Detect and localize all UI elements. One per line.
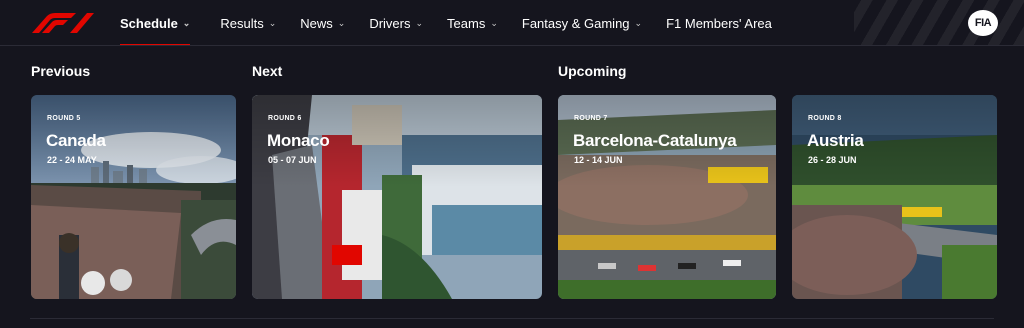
f1-logo[interactable] <box>30 12 96 34</box>
round-label: ROUND 6 <box>268 115 302 122</box>
card-overlay <box>558 95 776 299</box>
round-label: ROUND 8 <box>808 115 842 122</box>
race-dates: 22 - 24 MAY <box>47 155 97 165</box>
nav-item-teams[interactable]: Teams ⌄ <box>435 0 510 45</box>
nav-item-label: Fantasy & Gaming <box>521 15 630 31</box>
card-overlay <box>31 95 236 299</box>
nav-item-members-area[interactable]: F1 Members' Area <box>654 0 784 45</box>
section-title-previous: Previous <box>31 63 91 79</box>
race-dates: 26 - 28 JUN <box>808 155 857 165</box>
nav-item-drivers[interactable]: Drivers ⌄ <box>357 0 435 45</box>
chevron-down-icon: ⌄ <box>415 17 424 28</box>
card-overlay <box>792 95 997 299</box>
race-card-canada[interactable]: ROUND 5 Canada 22 - 24 MAY <box>31 95 236 299</box>
race-name: Austria <box>807 131 864 150</box>
chevron-down-icon: ⌄ <box>337 17 346 28</box>
race-dates: 05 - 07 JUN <box>268 155 317 165</box>
main-nav: Schedule ⌄ Results ⌄ News ⌄ Drivers ⌄ Te… <box>108 0 784 45</box>
card-overlay <box>252 95 542 299</box>
nav-item-label: Schedule <box>120 15 178 31</box>
nav-item-label: Teams <box>447 15 486 31</box>
nav-item-label: Results <box>220 15 264 31</box>
round-label: ROUND 5 <box>47 115 81 122</box>
race-name: Canada <box>46 131 106 150</box>
section-title-upcoming: Upcoming <box>558 63 627 79</box>
race-card-barcelona-catalunya[interactable]: ROUND 7 Barcelona-Catalunya 12 - 14 JUN <box>558 95 776 299</box>
race-card-monaco[interactable]: ROUND 6 Monaco 05 - 07 JUN <box>252 95 542 299</box>
chevron-down-icon: ⌄ <box>268 17 277 28</box>
nav-item-schedule[interactable]: Schedule ⌄ <box>108 0 202 45</box>
chevron-down-icon: ⌄ <box>490 17 498 28</box>
nav-item-label: F1 Members' Area <box>666 15 772 31</box>
race-dates: 12 - 14 JUN <box>574 155 623 165</box>
top-navigation-bar: Schedule ⌄ Results ⌄ News ⌄ Drivers ⌄ Te… <box>0 0 1024 46</box>
round-label: ROUND 7 <box>574 115 608 122</box>
nav-item-news[interactable]: News ⌄ <box>288 0 357 45</box>
fia-logo-label: FIA <box>974 17 992 29</box>
nav-item-fantasy-gaming[interactable]: Fantasy & Gaming ⌄ <box>510 0 654 45</box>
decorative-stripes <box>854 0 1024 45</box>
section-title-next: Next <box>252 63 283 79</box>
race-card-austria[interactable]: ROUND 8 Austria 26 - 28 JUN <box>792 95 997 299</box>
bottom-divider <box>30 318 994 319</box>
chevron-down-icon: ⌄ <box>634 17 643 28</box>
fia-logo[interactable]: FIA <box>968 10 998 36</box>
nav-item-label: News <box>300 15 333 31</box>
race-name: Barcelona-Catalunya <box>573 131 737 150</box>
nav-item-label: Drivers <box>369 15 411 31</box>
race-name: Monaco <box>267 131 330 150</box>
nav-item-results[interactable]: Results ⌄ <box>208 0 288 45</box>
chevron-down-icon: ⌄ <box>182 17 191 28</box>
